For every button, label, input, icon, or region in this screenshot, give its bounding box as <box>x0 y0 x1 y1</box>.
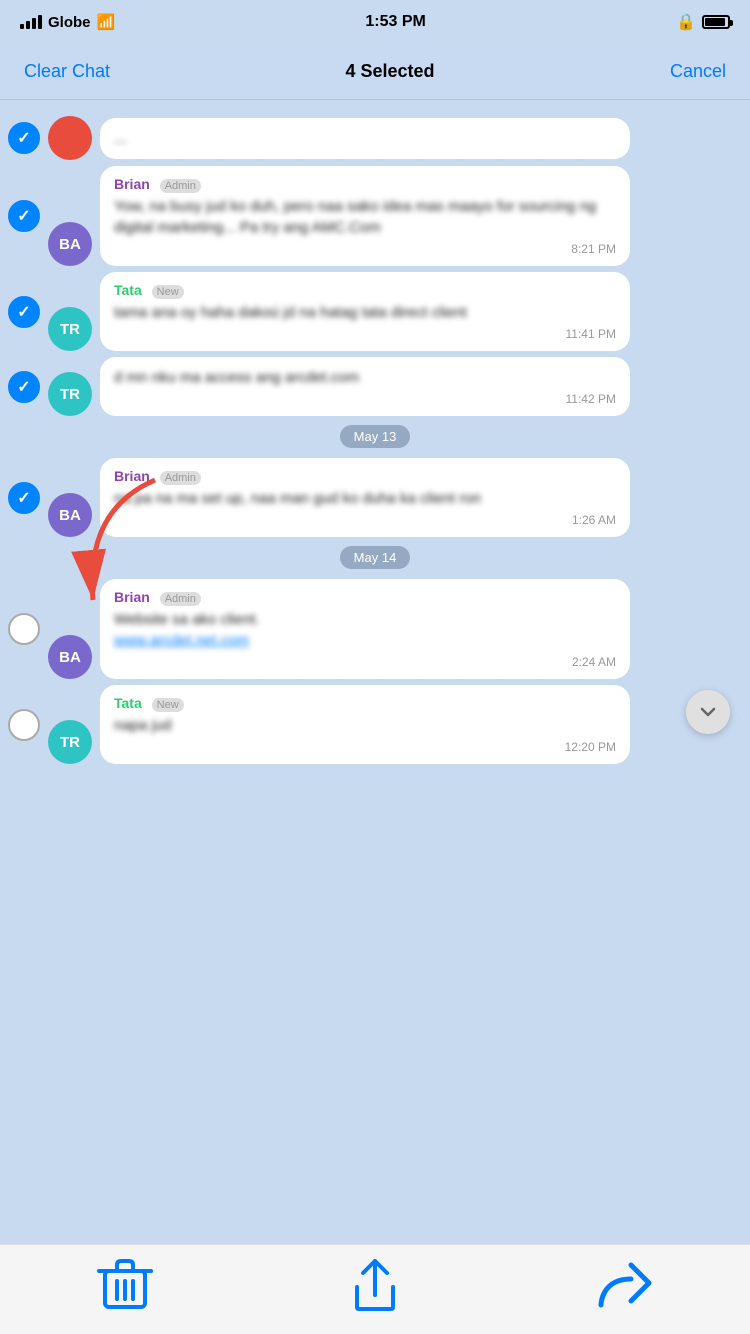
date-label-1: May 13 <box>340 425 411 448</box>
sender-badge-4: Admin <box>160 471 201 485</box>
lock-icon: 🔒 <box>676 12 696 32</box>
sender-name-6: Tata New <box>114 695 616 711</box>
message-text-partial: ... <box>114 128 616 149</box>
message-row-1: BA Brian Admin Yow, na busy jud ko duh, … <box>0 166 750 266</box>
message-time-5: 2:24 AM <box>114 655 616 669</box>
message-row-5: BA Brian Admin Website sa ako client. ww… <box>0 579 750 679</box>
share-icon <box>345 1255 405 1315</box>
message-time-3: 11:42 PM <box>114 392 616 406</box>
nav-title: 4 Selected <box>345 61 434 82</box>
carrier-label: Globe <box>48 14 91 31</box>
message-bubble-2: Tata New tama ana oy haha dakoú jd na ha… <box>100 272 630 351</box>
message-text-6: napa jud <box>114 715 616 736</box>
message-row-2: TR Tata New tama ana oy haha dakoú jd na… <box>0 272 750 351</box>
avatar-ba-5: BA <box>48 635 92 679</box>
chat-area: ... BA Brian Admin Yow, na busy jud ko d… <box>0 100 750 1250</box>
avatar-partial <box>48 116 92 160</box>
message-time-4: 1:26 AM <box>114 513 616 527</box>
message-bubble-4: Brian Admin na pa na ma set up, naa man … <box>100 458 630 537</box>
message-text-4: na pa na ma set up, naa man gud ko duha … <box>114 488 616 509</box>
message-bubble-3: d mn nku ma access ang arcdet.com 11:42 … <box>100 357 630 416</box>
forward-icon <box>595 1255 655 1315</box>
scroll-down-button[interactable] <box>686 690 730 734</box>
carrier-info: Globe 📶 <box>20 13 115 31</box>
sender-badge-5: Admin <box>160 592 201 606</box>
message-bubble-partial: ... <box>100 118 630 159</box>
message-row-partial: ... <box>0 116 750 160</box>
delete-button[interactable] <box>95 1260 155 1310</box>
sender-name-4: Brian Admin <box>114 468 616 484</box>
bottom-toolbar <box>0 1244 750 1334</box>
status-time: 1:53 PM <box>365 13 425 31</box>
date-separator-2: May 14 <box>0 549 750 567</box>
select-circle-2[interactable] <box>8 296 40 328</box>
sender-badge-1: Admin <box>160 179 201 193</box>
message-link-5[interactable]: www.arcdet.net.com <box>114 630 616 651</box>
select-circle-3[interactable] <box>8 371 40 403</box>
message-text-1: Yow, na busy jud ko duh, pero naa sako i… <box>114 196 616 238</box>
message-bubble-5: Brian Admin Website sa ako client. www.a… <box>100 579 630 679</box>
avatar-tr-2: TR <box>48 307 92 351</box>
cancel-button[interactable]: Cancel <box>662 57 734 86</box>
sender-name-1: Brian Admin <box>114 176 616 192</box>
share-button[interactable] <box>345 1260 405 1310</box>
avatar-ba-4: BA <box>48 493 92 537</box>
date-separator-1: May 13 <box>0 428 750 446</box>
battery-icon <box>702 15 730 29</box>
clear-chat-button[interactable]: Clear Chat <box>16 57 118 86</box>
message-row-3: TR d mn nku ma access ang arcdet.com 11:… <box>0 357 750 416</box>
trash-icon <box>95 1255 155 1315</box>
signal-icon <box>20 15 42 29</box>
sender-name-5: Brian Admin <box>114 589 616 605</box>
select-circle-6[interactable] <box>8 709 40 741</box>
avatar-tr-3: TR <box>48 372 92 416</box>
message-bubble-1: Brian Admin Yow, na busy jud ko duh, per… <box>100 166 630 266</box>
select-circle-4[interactable] <box>8 482 40 514</box>
message-row-4: BA Brian Admin na pa na ma set up, naa m… <box>0 458 750 537</box>
avatar-ba-1: BA <box>48 222 92 266</box>
message-row-6: TR Tata New napa jud 12:20 PM <box>0 685 750 764</box>
sender-badge-6: New <box>152 698 184 712</box>
message-time-6: 12:20 PM <box>114 740 616 754</box>
status-bar: Globe 📶 1:53 PM 🔒 <box>0 0 750 44</box>
select-circle-1[interactable] <box>8 200 40 232</box>
message-time-2: 11:41 PM <box>114 327 616 341</box>
message-time-1: 8:21 PM <box>114 242 616 256</box>
wifi-icon: 📶 <box>97 13 116 31</box>
sender-name-2: Tata New <box>114 282 616 298</box>
navigation-bar: Clear Chat 4 Selected Cancel <box>0 44 750 100</box>
message-text-2: tama ana oy haha dakoú jd na hatag tata … <box>114 302 616 323</box>
message-text-3: d mn nku ma access ang arcdet.com <box>114 367 616 388</box>
status-right: 🔒 <box>676 12 730 32</box>
sender-badge-2: New <box>152 285 184 299</box>
select-circle-partial[interactable] <box>8 122 40 154</box>
message-text-5: Website sa ako client. <box>114 609 616 630</box>
date-label-2: May 14 <box>340 546 411 569</box>
select-circle-5[interactable] <box>8 613 40 645</box>
forward-button[interactable] <box>595 1260 655 1310</box>
message-bubble-6: Tata New napa jud 12:20 PM <box>100 685 630 764</box>
avatar-tr-6: TR <box>48 720 92 764</box>
